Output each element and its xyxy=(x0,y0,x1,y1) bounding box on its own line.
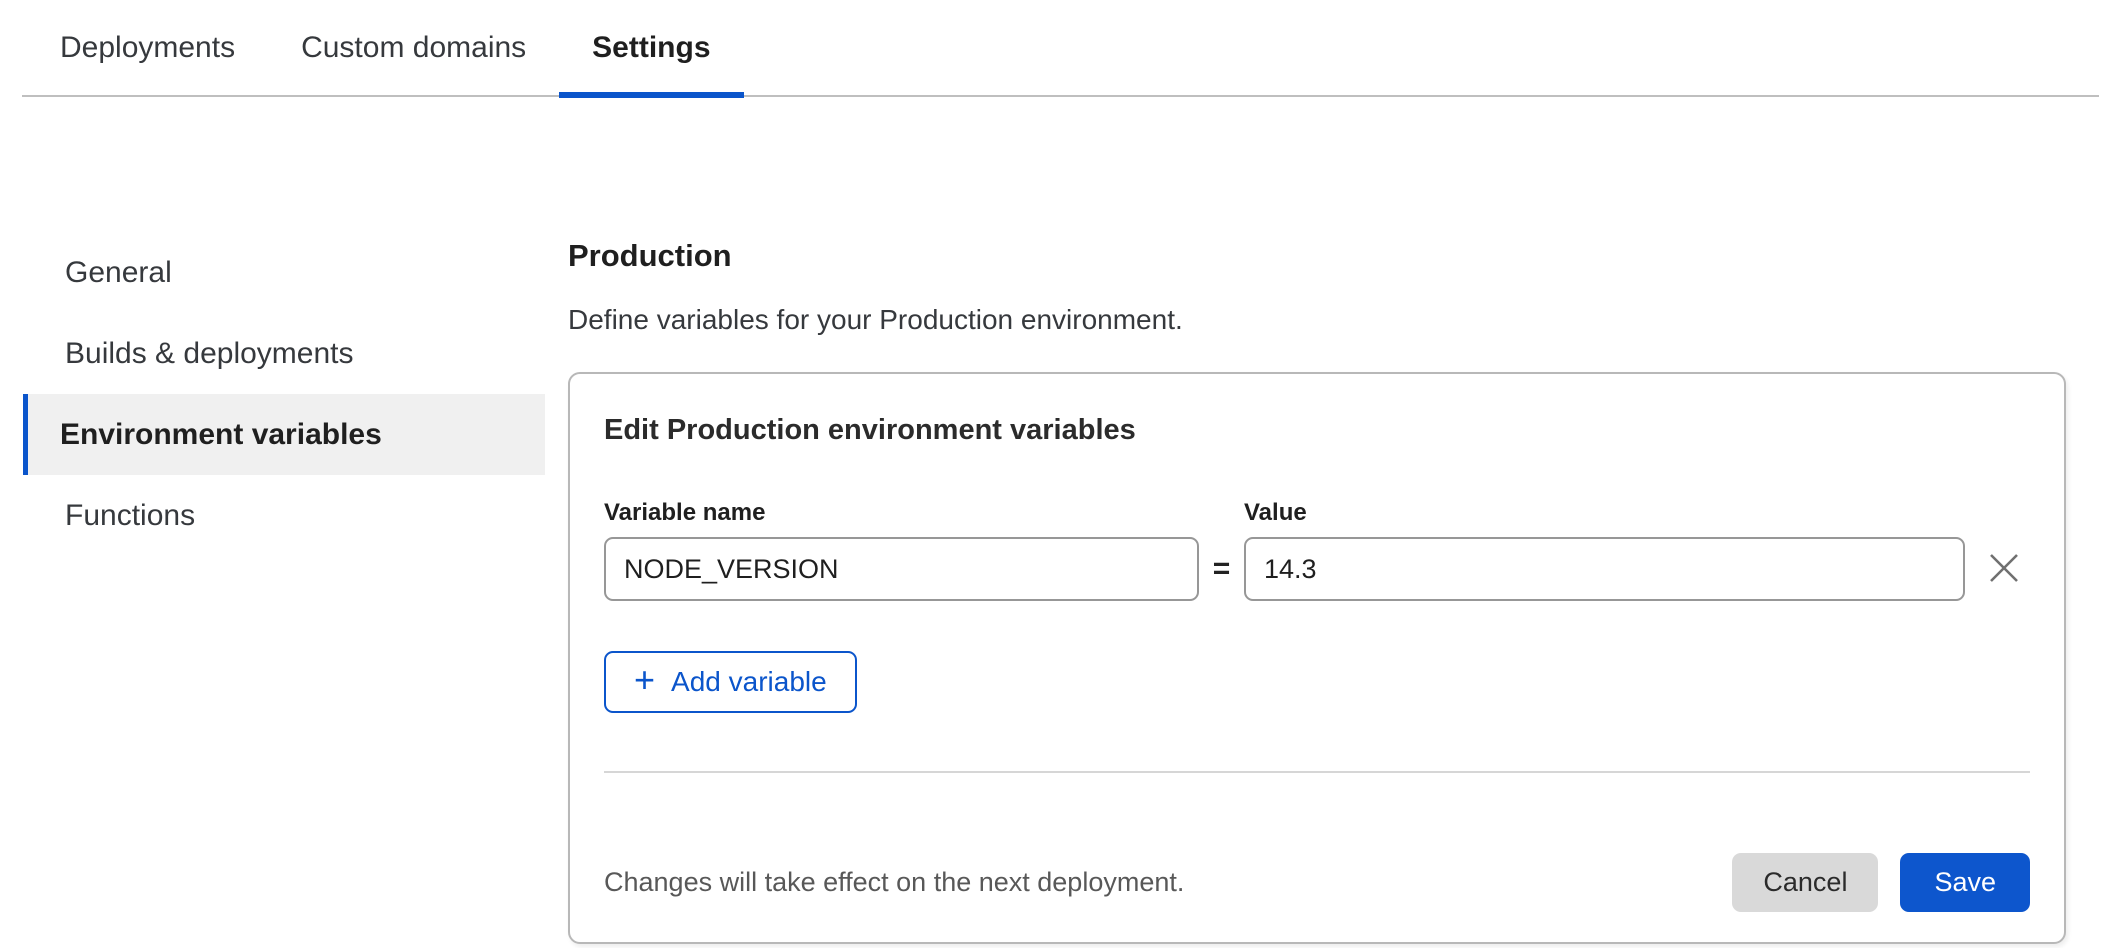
sidebar-item-general-label: General xyxy=(65,256,172,290)
settings-content: General Builds & deployments Environment… xyxy=(0,97,2121,944)
footer-actions: Cancel Save xyxy=(1732,853,2030,912)
tab-custom-domains-label: Custom domains xyxy=(301,31,526,65)
project-tab-bar: Deployments Custom domains Settings xyxy=(22,0,2099,97)
settings-sidebar: General Builds & deployments Environment… xyxy=(23,232,545,944)
tab-deployments[interactable]: Deployments xyxy=(22,0,268,95)
add-variable-label: Add variable xyxy=(671,666,827,698)
variable-name-label: Variable name xyxy=(604,499,1199,527)
sidebar-item-functions[interactable]: Functions xyxy=(23,475,545,556)
plus-icon: + xyxy=(634,662,655,698)
edit-variables-card: Edit Production environment variables Va… xyxy=(568,372,2066,944)
add-variable-button[interactable]: + Add variable xyxy=(604,651,857,713)
cancel-button[interactable]: Cancel xyxy=(1732,853,1878,912)
card-title: Edit Production environment variables xyxy=(604,414,2030,447)
variable-name-field-group: Variable name xyxy=(604,499,1199,601)
variable-name-input[interactable] xyxy=(604,537,1199,601)
sidebar-item-general[interactable]: General xyxy=(23,232,545,313)
equals-sign: = xyxy=(1199,537,1244,601)
variable-value-input[interactable] xyxy=(1244,537,1965,601)
remove-variable-button[interactable] xyxy=(1978,537,2030,601)
tab-custom-domains[interactable]: Custom domains xyxy=(268,0,559,95)
page-description: Define variables for your Production env… xyxy=(568,304,2066,336)
variable-value-label: Value xyxy=(1244,499,1965,527)
card-footer: Changes will take effect on the next dep… xyxy=(604,853,2030,912)
save-button[interactable]: Save xyxy=(1900,853,2030,912)
sidebar-item-builds-deployments[interactable]: Builds & deployments xyxy=(23,313,545,394)
sidebar-item-builds-deployments-label: Builds & deployments xyxy=(65,337,354,371)
sidebar-item-environment-variables-label: Environment variables xyxy=(60,418,382,452)
sidebar-item-functions-label: Functions xyxy=(65,499,195,533)
x-close-icon xyxy=(1985,549,2023,590)
page-title: Production xyxy=(568,238,2066,274)
tab-settings-label: Settings xyxy=(592,31,710,65)
tab-settings[interactable]: Settings xyxy=(559,0,743,95)
variable-row: Variable name = Value xyxy=(604,499,2030,601)
tab-deployments-label: Deployments xyxy=(60,31,235,65)
environment-variables-panel: Production Define variables for your Pro… xyxy=(568,238,2066,944)
card-divider xyxy=(604,771,2030,773)
variable-value-field-group: Value xyxy=(1244,499,1965,601)
deployment-note: Changes will take effect on the next dep… xyxy=(604,867,1184,898)
sidebar-item-environment-variables[interactable]: Environment variables xyxy=(23,394,545,475)
